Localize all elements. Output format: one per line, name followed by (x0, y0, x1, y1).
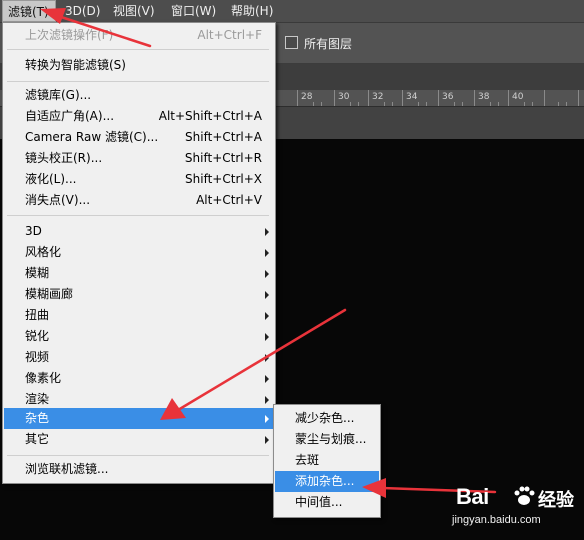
menu-item-3d[interactable]: 3D (4, 221, 274, 242)
menu-item-render[interactable]: 渲染 (4, 389, 274, 410)
noise-submenu: 减少杂色... 蒙尘与划痕... 去斑 添加杂色... 中间值... (273, 404, 381, 518)
ruler-label: 34 (406, 92, 418, 102)
menu-item-label: 渲染 (25, 392, 50, 406)
ruler-label: 32 (372, 92, 384, 102)
menu-item-label: 滤镜库(G)... (25, 88, 92, 102)
baidu-jingyan-watermark: Bai 经验 jingyan.baidu.com (448, 478, 578, 540)
submenu-arrow-icon (265, 312, 269, 320)
menu-view[interactable]: 视图(V) (108, 0, 160, 22)
menu-item-label: 扭曲 (25, 308, 50, 322)
submenu-arrow-icon (265, 415, 269, 423)
filter-menu: 上次滤镜操作(F) Alt+Ctrl+F 转换为智能滤镜(S) 滤镜库(G)..… (2, 22, 276, 484)
menu-item-video[interactable]: 视频 (4, 347, 274, 368)
menu-item-lens-correction[interactable]: 镜头校正(R)... Shift+Ctrl+R (4, 148, 274, 169)
menu-item-label: 液化(L)... (25, 172, 77, 186)
paw-logo-icon (514, 486, 535, 505)
menu-item-label: 杂色 (25, 411, 50, 425)
submenu-item-dust-scratches[interactable]: 蒙尘与划痕... (275, 429, 379, 450)
all-layers-checkbox[interactable] (285, 36, 298, 49)
watermark-brand-cn: 经验 (538, 490, 574, 511)
menu-item-shortcut: Shift+Ctrl+A (185, 130, 262, 144)
menu-item-camera-raw[interactable]: Camera Raw 滤镜(C)... Shift+Ctrl+A (4, 127, 274, 148)
ruler-label: 38 (478, 92, 490, 102)
submenu-item-label: 蒙尘与划痕... (295, 432, 367, 446)
menu-item-shortcut: Shift+Ctrl+R (184, 151, 262, 165)
watermark-url: jingyan.baidu.com (452, 514, 541, 526)
submenu-arrow-icon (265, 354, 269, 362)
menu-item-other[interactable]: 其它 (4, 429, 274, 450)
menu-item-browse-online-filters[interactable]: 浏览联机滤镜... (4, 459, 274, 480)
menu-item-label: Camera Raw 滤镜(C)... (25, 130, 159, 144)
menu-window[interactable]: 窗口(W) (166, 0, 221, 22)
menu-item-convert-smart-filter[interactable]: 转换为智能滤镜(S) (4, 55, 274, 76)
menu-item-noise[interactable]: 杂色 (4, 408, 274, 429)
menu-item-label: 3D (25, 224, 42, 238)
menu-3d[interactable]: 3D(D) (60, 0, 105, 22)
menu-item-label: 视频 (25, 350, 50, 364)
menu-item-label: 锐化 (25, 329, 50, 343)
submenu-arrow-icon (265, 375, 269, 383)
submenu-arrow-icon (265, 228, 269, 236)
menu-item-distort[interactable]: 扭曲 (4, 305, 274, 326)
menu-item-label: 镜头校正(R)... (25, 151, 103, 165)
menu-bar: 滤镜(T) 3D(D) 视图(V) 窗口(W) 帮助(H) (0, 0, 584, 23)
all-layers-label: 所有图层 (304, 37, 353, 51)
menu-item-label: 像素化 (25, 371, 62, 385)
menu-item-liquify[interactable]: 液化(L)... Shift+Ctrl+X (4, 169, 274, 190)
submenu-item-label: 减少杂色... (295, 411, 355, 425)
submenu-item-despeckle[interactable]: 去斑 (275, 450, 379, 471)
submenu-item-label: 添加杂色... (295, 474, 355, 488)
menu-item-label: 风格化 (25, 245, 62, 259)
menu-filter[interactable]: 滤镜(T) (2, 0, 56, 22)
menu-item-label: 其它 (25, 432, 50, 446)
menu-item-last-filter: 上次滤镜操作(F) Alt+Ctrl+F (4, 25, 274, 46)
watermark-brand: Bai (456, 484, 489, 509)
menu-item-label: 模糊画廊 (25, 287, 74, 301)
submenu-item-reduce-noise[interactable]: 减少杂色... (275, 408, 379, 429)
submenu-item-add-noise[interactable]: 添加杂色... (275, 471, 379, 492)
menu-item-label: 上次滤镜操作(F) (25, 28, 114, 42)
ruler-label: 28 (301, 92, 313, 102)
menu-item-shortcut: Alt+Ctrl+V (196, 193, 262, 207)
menu-item-vanishing-point[interactable]: 消失点(V)... Alt+Ctrl+V (4, 190, 274, 211)
menu-item-label: 浏览联机滤镜... (25, 462, 109, 476)
submenu-arrow-icon (265, 249, 269, 257)
menu-item-label: 模糊 (25, 266, 50, 280)
menu-item-shortcut: Shift+Ctrl+X (185, 172, 262, 186)
submenu-arrow-icon (265, 270, 269, 278)
menu-item-filter-gallery[interactable]: 滤镜库(G)... (4, 85, 274, 106)
ruler-label: 36 (442, 92, 454, 102)
menu-item-blur[interactable]: 模糊 (4, 263, 274, 284)
submenu-arrow-icon (265, 436, 269, 444)
menu-help[interactable]: 帮助(H) (226, 0, 278, 22)
menu-item-pixelate[interactable]: 像素化 (4, 368, 274, 389)
submenu-item-label: 去斑 (295, 453, 320, 467)
submenu-arrow-icon (265, 333, 269, 341)
menu-item-stylize[interactable]: 风格化 (4, 242, 274, 263)
menu-item-sharpen[interactable]: 锐化 (4, 326, 274, 347)
menu-item-label: 自适应广角(A)... (25, 109, 115, 123)
submenu-item-label: 中间值... (295, 495, 343, 509)
ruler-label: 40 (512, 92, 524, 102)
menu-item-shortcut: Alt+Ctrl+F (197, 28, 262, 42)
submenu-arrow-icon (265, 396, 269, 404)
menu-item-label: 消失点(V)... (25, 193, 91, 207)
submenu-arrow-icon (265, 291, 269, 299)
menu-item-label: 转换为智能滤镜(S) (25, 58, 126, 72)
menu-item-shortcut: Alt+Shift+Ctrl+A (158, 109, 262, 123)
menu-item-adaptive-wide-angle[interactable]: 自适应广角(A)... Alt+Shift+Ctrl+A (4, 106, 274, 127)
menu-item-blur-gallery[interactable]: 模糊画廊 (4, 284, 274, 305)
ruler-label: 30 (338, 92, 350, 102)
submenu-item-median[interactable]: 中间值... (275, 492, 379, 513)
